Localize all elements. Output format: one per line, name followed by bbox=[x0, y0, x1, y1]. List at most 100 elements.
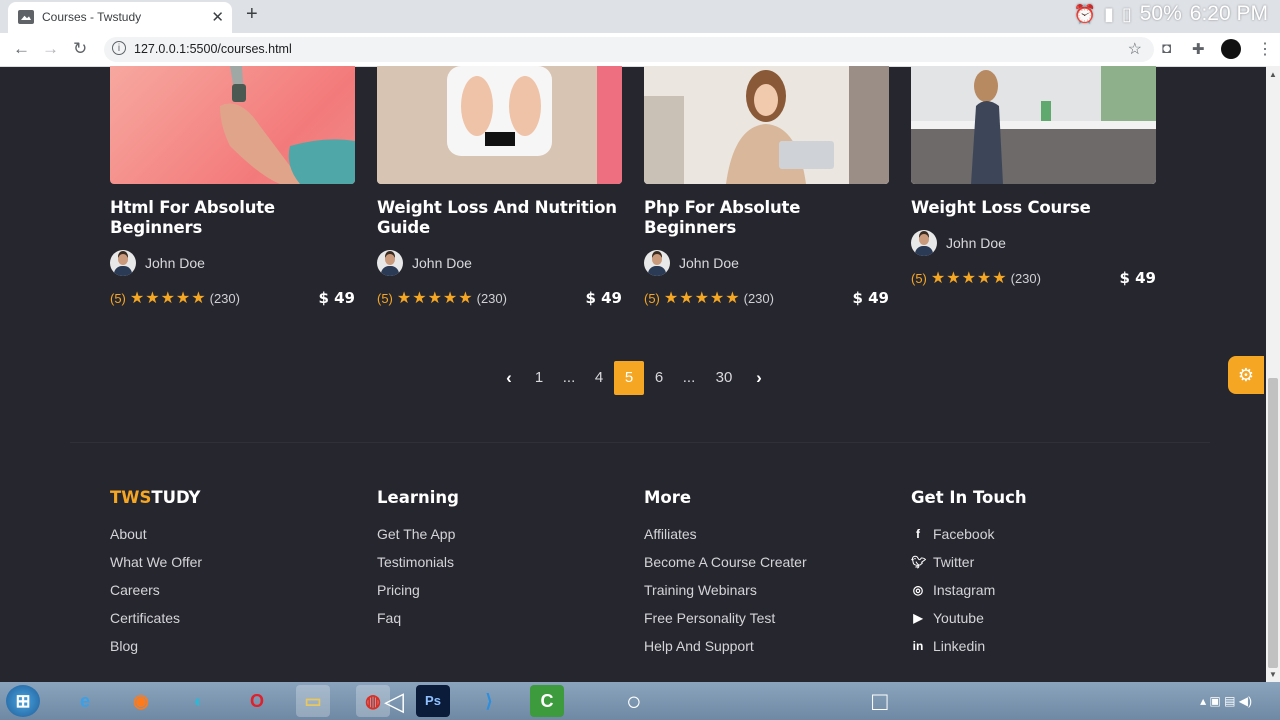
opera-icon[interactable]: O bbox=[240, 685, 274, 717]
browser-tab[interactable]: Courses - Twstudy ✕ bbox=[8, 2, 232, 33]
youtube-icon: ▶ bbox=[913, 611, 923, 625]
footer-link[interactable]: Free Personality Test bbox=[644, 604, 807, 632]
footer-link[interactable]: Get The App bbox=[377, 520, 459, 548]
page-link-6[interactable]: 6 bbox=[644, 361, 674, 395]
course-meta: (5) ★★★★★ (230) $ 49 bbox=[377, 288, 622, 308]
author-name: John Doe bbox=[679, 255, 739, 271]
status-bar: ⏰ ▮ ▯ 50% 6:20 PM bbox=[1074, 2, 1268, 26]
url-field[interactable]: i 127.0.0.1:5500/courses.html ☆ bbox=[104, 37, 1154, 62]
bookmark-star-icon[interactable]: ☆ bbox=[1128, 39, 1142, 59]
next-page-icon[interactable]: › bbox=[744, 361, 774, 395]
start-button-icon[interactable]: ⊞ bbox=[6, 685, 40, 717]
footer-link[interactable]: Become A Course Creater bbox=[644, 548, 807, 576]
page-link-current[interactable]: 5 bbox=[614, 361, 644, 395]
social-link-youtube[interactable]: ▶ Youtube bbox=[911, 604, 1027, 632]
course-thumbnail[interactable] bbox=[377, 66, 622, 184]
footer-brand-logo[interactable]: TWSTUDY bbox=[110, 488, 202, 507]
social-link-facebook[interactable]: f Facebook bbox=[911, 520, 1027, 548]
brand-accent: TWS bbox=[110, 488, 152, 507]
course-meta: (5) ★★★★★ (230) $ 49 bbox=[644, 288, 889, 308]
social-link-linkedin[interactable]: in Linkedin bbox=[911, 632, 1027, 660]
reload-icon[interactable]: ↻ bbox=[73, 39, 87, 59]
close-tab-icon[interactable]: ✕ bbox=[211, 8, 224, 26]
android-recents-icon[interactable]: □ bbox=[872, 686, 888, 717]
site-info-icon[interactable]: i bbox=[112, 41, 126, 55]
star-rating-icon: ★★★★★ bbox=[396, 290, 474, 307]
page-link-1[interactable]: 1 bbox=[524, 361, 554, 395]
course-meta: (5) ★★★★★ (230) $ 49 bbox=[911, 268, 1156, 288]
review-count: (230) bbox=[743, 290, 774, 306]
footer-link[interactable]: Testimonials bbox=[377, 548, 459, 576]
footer-link[interactable]: Blog bbox=[110, 632, 202, 660]
forward-icon[interactable]: → bbox=[42, 39, 59, 59]
system-tray-icons[interactable]: ▴ ▣ ▤ ◀) bbox=[1200, 694, 1252, 708]
course-card[interactable]: Php For Absolute Beginners John Doe (5) … bbox=[644, 66, 889, 308]
tab-title: Courses - Twstudy bbox=[42, 10, 142, 24]
page-scrollbar[interactable]: ▲ ▼ bbox=[1266, 66, 1280, 682]
course-card[interactable]: Weight Loss Course John Doe (5) ★★★★★ (2… bbox=[911, 66, 1156, 288]
social-link-instagram[interactable]: ◎ Instagram bbox=[911, 576, 1027, 604]
course-author: John Doe bbox=[644, 250, 889, 276]
footer-link[interactable]: Faq bbox=[377, 604, 459, 632]
course-price: $ 49 bbox=[1119, 269, 1156, 287]
course-author: John Doe bbox=[110, 250, 355, 276]
scale-feet-image bbox=[377, 66, 622, 184]
course-title[interactable]: Php For Absolute Beginners bbox=[644, 198, 889, 238]
footer-link[interactable]: Pricing bbox=[377, 576, 459, 604]
author-avatar bbox=[377, 250, 403, 276]
browser-menu-icon[interactable]: ⋮ bbox=[1257, 39, 1273, 59]
footer-link[interactable]: Help And Support bbox=[644, 632, 807, 660]
extensions-puzzle-icon[interactable]: ✚ bbox=[1192, 40, 1205, 58]
social-label: Facebook bbox=[933, 526, 995, 542]
linkedin-icon: in bbox=[912, 639, 924, 653]
scroll-down-icon[interactable]: ▼ bbox=[1269, 670, 1277, 679]
page-link-30[interactable]: 30 bbox=[704, 361, 744, 395]
course-thumbnail[interactable] bbox=[644, 66, 889, 184]
course-price: $ 49 bbox=[852, 289, 889, 307]
new-tab-button[interactable]: + bbox=[246, 3, 258, 26]
file-explorer-icon[interactable]: ▭ bbox=[296, 685, 330, 717]
review-count: (230) bbox=[476, 290, 507, 306]
footer-link[interactable]: Affiliates bbox=[644, 520, 807, 548]
footer-link[interactable]: What We Offer bbox=[110, 548, 202, 576]
rating-value: (5) bbox=[911, 270, 927, 286]
internet-explorer-icon[interactable]: e bbox=[68, 685, 102, 717]
page-link-4[interactable]: 4 bbox=[584, 361, 614, 395]
social-link-twitter[interactable]: 🐦︎ Twitter bbox=[911, 548, 1027, 576]
back-icon[interactable]: ← bbox=[13, 39, 30, 59]
android-back-icon[interactable]: ◁ bbox=[384, 686, 404, 717]
course-card[interactable]: Html For Absolute Beginners John Doe (5)… bbox=[110, 66, 355, 308]
page-ellipsis: ... bbox=[562, 369, 576, 386]
firefox-icon[interactable]: ◉ bbox=[124, 685, 158, 717]
gear-icon: ⚙ bbox=[1237, 365, 1255, 385]
signal-icon: ▮ bbox=[1103, 3, 1114, 24]
social-label: Youtube bbox=[933, 610, 984, 626]
course-thumbnail[interactable] bbox=[110, 66, 355, 184]
footer-link[interactable]: Certificates bbox=[110, 604, 202, 632]
course-title[interactable]: Html For Absolute Beginners bbox=[110, 198, 355, 238]
prev-page-icon[interactable]: ‹ bbox=[494, 361, 524, 395]
scroll-up-icon[interactable]: ▲ bbox=[1269, 70, 1277, 79]
footer-learning-column: Learning Get The App Testimonials Pricin… bbox=[377, 488, 459, 632]
profile-avatar[interactable] bbox=[1221, 39, 1241, 59]
camtasia-icon[interactable]: C bbox=[530, 685, 564, 717]
edge-icon[interactable]: ◐ bbox=[182, 685, 216, 717]
camera-icon[interactable]: ◘ bbox=[1162, 40, 1171, 57]
android-home-icon[interactable]: ○ bbox=[626, 686, 642, 717]
vscode-icon[interactable]: ⟩ bbox=[472, 685, 506, 717]
scrollbar-thumb[interactable] bbox=[1268, 378, 1278, 668]
footer-link[interactable]: About bbox=[110, 520, 202, 548]
course-thumbnail[interactable] bbox=[911, 66, 1156, 184]
star-rating-icon: ★★★★★ bbox=[129, 290, 207, 307]
author-avatar bbox=[644, 250, 670, 276]
course-card[interactable]: Weight Loss And Nutrition Guide John Doe… bbox=[377, 66, 622, 308]
star-rating-icon: ★★★★★ bbox=[930, 270, 1008, 287]
footer-divider bbox=[70, 442, 1210, 443]
footer-link[interactable]: Careers bbox=[110, 576, 202, 604]
footer-link[interactable]: Training Webinars bbox=[644, 576, 807, 604]
course-title[interactable]: Weight Loss And Nutrition Guide bbox=[377, 198, 622, 238]
photoshop-icon[interactable]: Ps bbox=[416, 685, 450, 717]
course-title[interactable]: Weight Loss Course bbox=[911, 198, 1156, 218]
url-text[interactable]: 127.0.0.1:5500/courses.html bbox=[134, 42, 292, 56]
settings-gear-button[interactable]: ⚙ bbox=[1228, 356, 1264, 394]
